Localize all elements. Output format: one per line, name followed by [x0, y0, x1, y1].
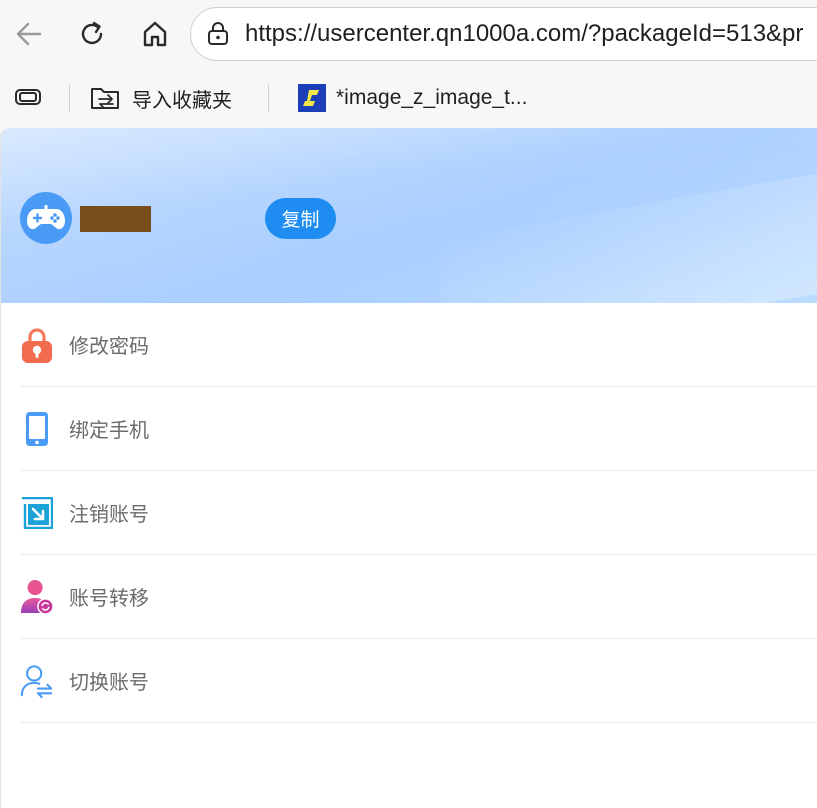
menu-item-transfer-account[interactable]: 账号转移 — [20, 555, 817, 639]
avatar — [20, 192, 72, 244]
folder-import-icon — [91, 88, 119, 109]
username-redacted — [80, 206, 151, 232]
arrow-left-icon — [16, 22, 42, 46]
padlock-icon — [208, 22, 228, 45]
bookmark-image-z[interactable]: *image_z_image_t... — [298, 82, 527, 114]
menu-item-label: 切换账号 — [69, 670, 149, 694]
menu-item-label: 注销账号 — [69, 502, 149, 526]
profile-header: 复制 — [1, 128, 817, 303]
browser-toolbar: https://usercenter.qn1000a.com/?packageI… — [0, 0, 817, 70]
bookmark-separator — [268, 84, 269, 112]
menu-item-switch-account[interactable]: 切换账号 — [20, 639, 817, 723]
back-button[interactable] — [7, 12, 51, 56]
url-text[interactable]: https://usercenter.qn1000a.com/?packageI… — [245, 20, 803, 48]
menu-item-label: 修改密码 — [69, 334, 149, 358]
menu-item-bind-phone[interactable]: 绑定手机 — [20, 387, 817, 471]
bookmark-label: *image_z_image_t... — [336, 86, 528, 109]
menu-item-label: 绑定手机 — [69, 418, 149, 442]
tabs-icon — [15, 89, 41, 105]
home-button[interactable] — [133, 12, 177, 56]
page-content: 复制 修改密码 绑定手机 注销账号 账号转移 切换账号 — [0, 128, 817, 808]
bookmark-label: 导入收藏夹 — [132, 87, 232, 112]
site-info-button[interactable] — [191, 8, 245, 60]
user-switch-icon — [20, 661, 54, 701]
reload-button[interactable] — [70, 12, 114, 56]
bookmark-separator — [69, 84, 70, 112]
account-menu: 修改密码 绑定手机 注销账号 账号转移 切换账号 — [20, 303, 817, 723]
home-icon — [143, 21, 167, 47]
menu-item-cancel-account[interactable]: 注销账号 — [20, 471, 817, 555]
tab-actions-button[interactable] — [14, 84, 44, 114]
user-transfer-icon — [20, 577, 54, 617]
menu-item-label: 账号转移 — [69, 586, 149, 610]
menu-item-change-password[interactable]: 修改密码 — [20, 303, 817, 387]
lock-icon — [20, 325, 54, 365]
reload-icon — [81, 21, 103, 45]
address-bar[interactable]: https://usercenter.qn1000a.com/?packageI… — [190, 7, 817, 61]
site-favicon — [298, 84, 326, 112]
bookmark-import-favorites[interactable]: 导入收藏夹 — [90, 82, 232, 114]
bookmarks-bar: 导入收藏夹 *image_z_image_t... — [0, 70, 817, 126]
favicon-logo-icon — [303, 90, 319, 106]
phone-icon — [20, 409, 54, 449]
logout-arrow-icon — [20, 493, 54, 533]
copy-button[interactable]: 复制 — [265, 198, 336, 239]
gamepad-icon — [27, 205, 65, 230]
